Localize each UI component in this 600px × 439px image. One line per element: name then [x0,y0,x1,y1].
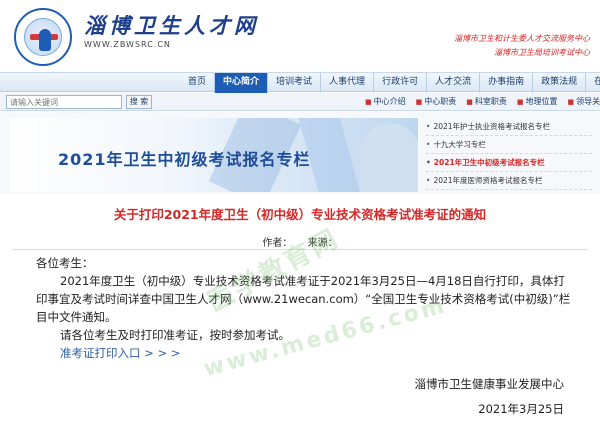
site-header: 淄博卫生人才网 WWW.ZBWSRC.CN 淄博市卫生和计生委人才交流服务中心 … [0,0,600,72]
source-label: 来源： [307,238,338,249]
bullet-icon: ■ [516,98,524,106]
subnav-item-location[interactable]: ■ 地理位置 [512,93,563,111]
nav-item-admin-license[interactable]: 行政许可 [374,73,428,93]
nav-item-service-guide[interactable]: 办事指南 [480,73,534,93]
nav-item-talent-exchange[interactable]: 人才交流 [427,73,481,93]
nav-item-home[interactable]: 首页 [180,73,216,93]
banner-decoration [360,123,418,192]
bullet-icon: • [426,176,431,185]
subnav-item-center-duties[interactable]: ■ 中心职责 [411,93,462,111]
site-title: 淄博卫生人才网 [84,13,259,38]
site-url: WWW.ZBWSRC.CN [84,40,171,49]
bullet-icon: ■ [466,98,473,106]
search-subnav-bar: 搜 索 ■中心介绍 ■中心职责 ■科室职责 ■地理位置 ■领导关怀 [0,93,600,111]
exam-banner[interactable]: 2021年卫生中初级考试报名专栏 [10,118,418,192]
topic-item-doctor-exam[interactable]: • 2021年度医师资格考试报名专栏 [426,172,592,190]
main-nav: 首页 中心简介 培训考试 人事代理 行政许可 人才交流 办事指南 政策法规 在线… [0,72,600,93]
banner-title: 2021年卫生中初级考试报名专栏 [58,150,311,169]
sub-nav: ■中心介绍 ■中心职责 ■科室职责 ■地理位置 ■领导关怀 [360,93,600,111]
bullet-icon: • [426,122,431,131]
nav-item-policies[interactable]: 政策法规 [533,73,587,93]
page: 淄博卫生人才网 WWW.ZBWSRC.CN 淄博市卫生和计生委人才交流服务中心 … [0,0,600,439]
article-title: 关于打印2021年度卫生（初中级）专业技术资格考试准考证的通知 [113,207,487,222]
logo-emblem-icon [24,18,62,56]
bullet-icon: ■ [415,98,423,106]
topic-item-health-exam[interactable]: • 2021年卫生中初级考试报名专栏 [426,154,592,172]
author-label: 作者： [262,238,293,249]
nav-items: 首页 中心简介 培训考试 人事代理 行政许可 人才交流 办事指南 政策法规 在线… [180,73,600,93]
nav-item-training-exam[interactable]: 培训考试 [268,73,322,93]
bullet-icon: ■ [567,98,575,106]
admission-ticket-print-link[interactable]: 准考证打印入口 > > > [36,344,576,362]
nav-item-center-intro[interactable]: 中心简介 [215,73,269,93]
subnav-item-center-intro[interactable]: ■ 中心介绍 [360,93,411,111]
bullet-icon: • [426,158,431,167]
article-body: 各位考生： 2021年度卫生（初中级）专业技术资格考试准考证于2021年3月25… [36,254,576,362]
header-org-names: 淄博市卫生和计生委人才交流服务中心 淄博市卫生局培训考试中心 [440,32,590,60]
divider [12,249,588,250]
org-name-2: 淄博市卫生局培训考试中心 [494,48,590,57]
bullet-icon: ■ [365,98,372,106]
signature-org: 淄博市卫生健康事业发展中心 [414,377,565,391]
paragraph: 2021年度卫生（初中级）专业技术资格考试准考证于2021年3月25日—4月18… [36,274,571,324]
topic-item-study[interactable]: • 十九大学习专栏 [426,136,592,154]
nav-item-personnel-agency[interactable]: 人事代理 [321,73,375,93]
banner-area: 2021年卫生中初级考试报名专栏 • 2021年护士执业资格考试报名专栏 • 十九大… [0,112,600,194]
signature-date: 2021年3月25日 [478,402,564,416]
search-button[interactable]: 搜 索 [126,95,152,109]
search-input[interactable] [6,95,122,109]
article-meta: 作者： 来源： [0,234,600,249]
topic-list: • 2021年护士执业资格考试报名专栏 • 十九大学习专栏 • 2021年卫生中初级考… [426,118,592,190]
subnav-item-leadership[interactable]: ■领导关怀 [563,93,600,111]
logo-figure-icon [39,29,51,51]
subnav-item-dept-duties[interactable]: ■ 科室职责 [461,93,512,111]
bullet-icon: • [426,140,431,149]
site-logo[interactable] [14,8,72,66]
topic-item-nurse-exam[interactable]: • 2021年护士执业资格考试报名专栏 [426,118,592,136]
paragraph: 请各位考生及时打印准考证，按时参加考试。 [60,328,290,342]
org-name-1: 淄博市卫生和计生委人才交流服务中心 [454,34,590,43]
greeting: 各位考生： [36,256,94,270]
nav-item-online-service[interactable]: 在线服务 [586,73,600,93]
